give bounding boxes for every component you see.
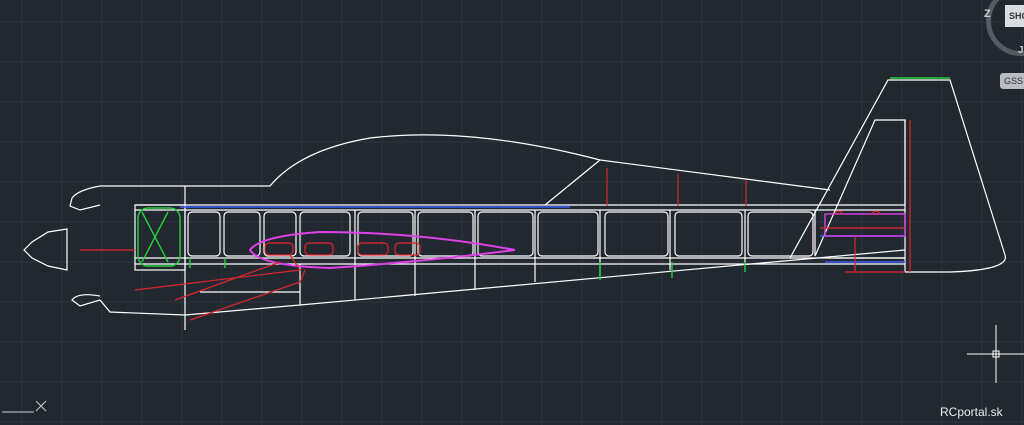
red-formers <box>80 120 911 321</box>
ucs-icon <box>2 400 47 413</box>
compass-j-label: J <box>1018 45 1024 56</box>
viewcube-face[interactable]: SHO <box>1005 5 1024 27</box>
cowl-outline <box>69 185 101 211</box>
watermark-text: RCportal.sk <box>940 405 1003 419</box>
spinner-outline <box>23 228 68 271</box>
wcs-menu-button[interactable]: GSS <box>1000 73 1024 89</box>
lightening-hole <box>187 211 221 257</box>
crosshair-cursor <box>967 325 1024 383</box>
compass-z-label: Z <box>984 8 991 20</box>
drawing-canvas[interactable] <box>0 0 1024 425</box>
fuselage-drawing <box>23 79 1006 330</box>
